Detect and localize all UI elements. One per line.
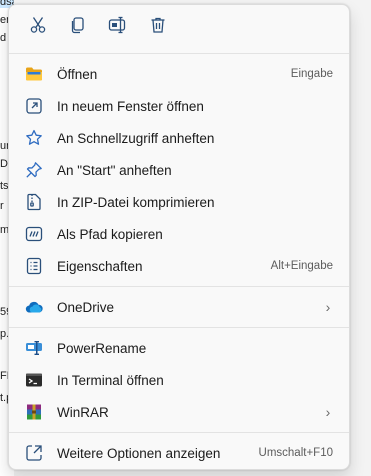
menu-item-label: In ZIP-Datei komprimieren xyxy=(57,194,215,210)
menu-item-label: In Terminal öffnen xyxy=(57,372,164,388)
delete-button[interactable] xyxy=(139,10,177,44)
menu-item-copy-path[interactable]: Als Pfad kopieren xyxy=(9,218,349,250)
rename-icon xyxy=(108,16,128,39)
menu-item-label: Eigenschaften xyxy=(57,258,143,274)
scissors-icon xyxy=(29,16,47,39)
menu-item-shortcut: Umschalt+F10 xyxy=(258,447,333,459)
menu-item-label: Weitere Optionen anzeigen xyxy=(57,445,221,461)
menu-item-label: An "Start" anheften xyxy=(57,162,172,178)
powerrename-icon xyxy=(24,338,44,358)
menu-item-winrar[interactable]: WinRAR › xyxy=(9,396,349,428)
more-options-icon xyxy=(24,443,44,463)
zip-icon xyxy=(24,192,44,212)
menu-item-pin-start[interactable]: An "Start" anheften xyxy=(9,154,349,186)
menu-item-properties[interactable]: Eigenschaften Alt+Eingabe xyxy=(9,250,349,282)
winrar-icon xyxy=(24,402,44,422)
menu-separator xyxy=(9,327,349,328)
cut-button[interactable] xyxy=(19,10,57,44)
menu-item-open-new-window[interactable]: In neuem Fenster öffnen xyxy=(9,90,349,122)
star-icon xyxy=(24,128,44,148)
menu-item-label: An Schnellzugriff anheften xyxy=(57,130,215,146)
copy-button[interactable] xyxy=(59,10,97,44)
menu-item-shortcut: Alt+Eingabe xyxy=(270,260,333,272)
menu-item-more-options[interactable]: Weitere Optionen anzeigen Umschalt+F10 xyxy=(9,437,349,469)
menu-item-shortcut: Eingabe xyxy=(290,68,333,80)
copy-path-icon xyxy=(24,224,44,244)
menu-item-open[interactable]: Öffnen Eingabe xyxy=(9,58,349,90)
onedrive-cloud-icon xyxy=(24,297,44,317)
folder-icon xyxy=(24,64,44,84)
menu-item-label: PowerRename xyxy=(57,340,147,356)
properties-icon xyxy=(24,256,44,276)
menu-item-onedrive[interactable]: OneDrive › xyxy=(9,291,349,323)
rename-button[interactable] xyxy=(99,10,137,44)
menu-separator xyxy=(9,286,349,287)
trash-icon xyxy=(149,16,167,39)
menu-item-label: Öffnen xyxy=(57,66,98,82)
menu-item-label: Als Pfad kopieren xyxy=(57,226,163,242)
pin-icon xyxy=(24,160,44,180)
chevron-right-icon: › xyxy=(325,404,331,420)
menu-item-label: In neuem Fenster öffnen xyxy=(57,98,204,114)
menu-item-label: WinRAR xyxy=(57,404,109,420)
copy-icon xyxy=(69,16,87,39)
menu-separator xyxy=(9,432,349,433)
menu-item-compress-zip[interactable]: In ZIP-Datei komprimieren xyxy=(9,186,349,218)
menu-item-powerrename[interactable]: PowerRename xyxy=(9,332,349,364)
chevron-right-icon: › xyxy=(325,299,331,315)
terminal-icon xyxy=(24,370,44,390)
menu-separator xyxy=(9,53,349,54)
menu-item-pin-quick-access[interactable]: An Schnellzugriff anheften xyxy=(9,122,349,154)
quick-action-toolbar xyxy=(9,5,349,49)
open-new-window-icon xyxy=(24,96,44,116)
context-menu: Öffnen Eingabe In neuem Fenster öffnen A… xyxy=(8,4,350,470)
menu-item-open-terminal[interactable]: In Terminal öffnen xyxy=(9,364,349,396)
menu-item-label: OneDrive xyxy=(57,299,115,315)
